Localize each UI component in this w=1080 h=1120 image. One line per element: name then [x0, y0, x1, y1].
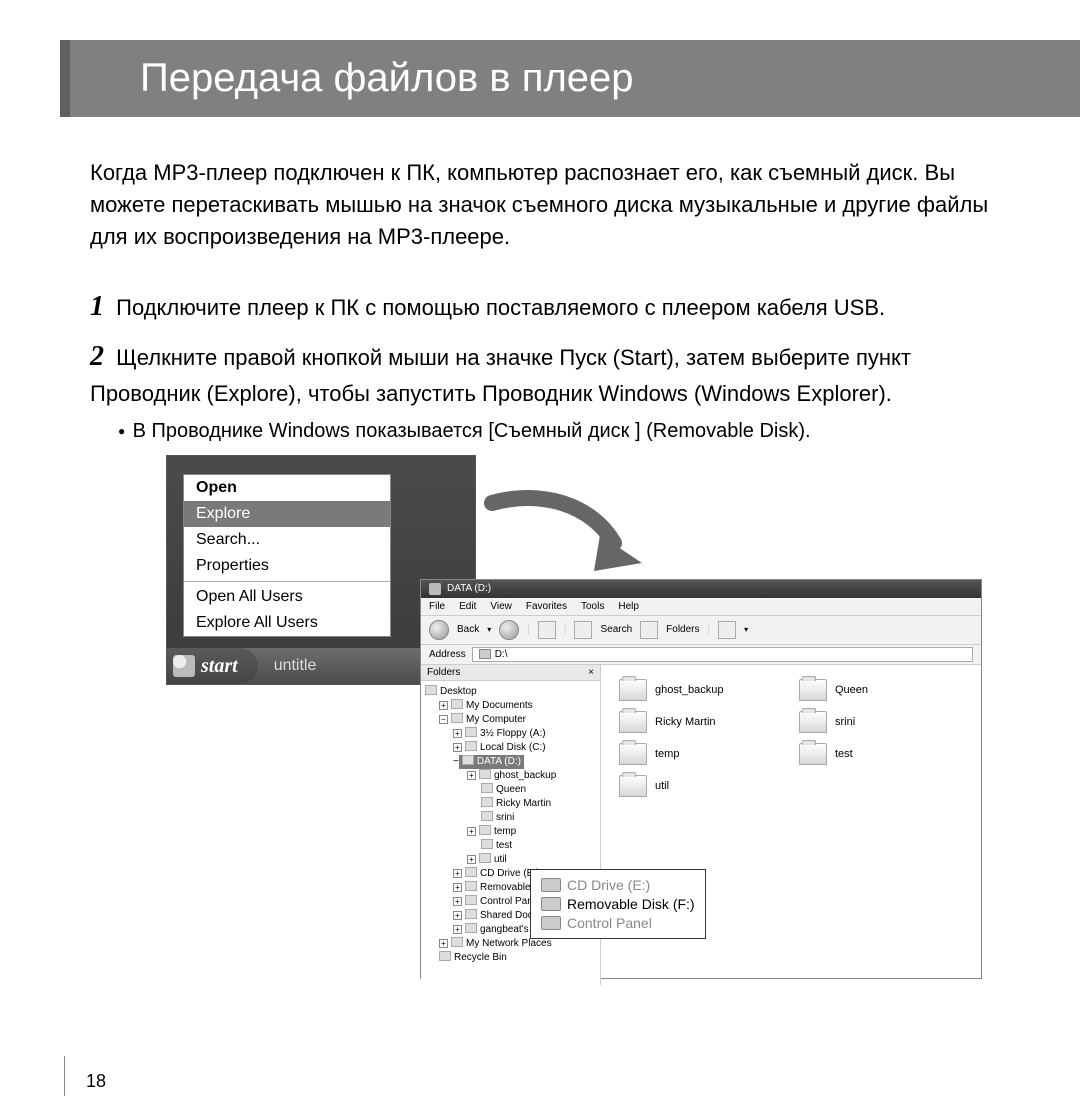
- folder-icon: [619, 743, 647, 765]
- folder-item[interactable]: Ricky Martin: [619, 711, 759, 733]
- close-tree-icon[interactable]: ×: [588, 667, 594, 678]
- tree-srini[interactable]: srini: [481, 811, 596, 825]
- back-icon[interactable]: [429, 620, 449, 640]
- tree-floppy[interactable]: +3½ Floppy (A:): [453, 727, 596, 741]
- page-number: 18: [86, 1071, 106, 1092]
- arrow-icon: [482, 485, 642, 575]
- folder-item[interactable]: util: [619, 775, 759, 797]
- address-label: Address: [429, 649, 466, 660]
- ctx-explore[interactable]: Explore: [184, 501, 390, 527]
- folder-item[interactable]: Queen: [799, 679, 939, 701]
- folder-icon: [799, 679, 827, 701]
- folder-icon: [799, 711, 827, 733]
- folder-icon: [619, 711, 647, 733]
- step-2-text: Щелкните правой кнопкой мыши на значке П…: [90, 345, 911, 406]
- taskbar-item[interactable]: untitle: [274, 657, 317, 675]
- callout-line1: CD Drive (E:): [541, 876, 695, 895]
- step-2: 2 Щелкните правой кнопкой мыши на значке…: [90, 337, 990, 409]
- ctx-search[interactable]: Search...: [184, 527, 390, 553]
- menu-file[interactable]: File: [429, 601, 445, 612]
- ctx-open-all-users[interactable]: Open All Users: [184, 584, 390, 610]
- explorer-menubar: File Edit View Favorites Tools Help: [421, 598, 981, 616]
- menu-tools[interactable]: Tools: [581, 601, 604, 612]
- address-value: D:\: [495, 649, 508, 660]
- tree-ghost[interactable]: +ghost_backup: [467, 769, 596, 783]
- tree-recycle-bin[interactable]: Recycle Bin: [439, 951, 596, 965]
- folder-item[interactable]: ghost_backup: [619, 679, 759, 701]
- callout-line2: Removable Disk (F:): [541, 895, 695, 914]
- drive-icon: [541, 897, 561, 911]
- folder-icon: [619, 679, 647, 701]
- search-button[interactable]: Search: [600, 624, 632, 635]
- page-number-divider: [64, 1056, 65, 1096]
- start-button[interactable]: start: [167, 648, 258, 684]
- step-2-number: 2: [90, 341, 104, 372]
- views-icon[interactable]: [718, 621, 736, 639]
- callout-line3: Control Panel: [541, 914, 695, 933]
- folders-button[interactable]: Folders: [666, 624, 699, 635]
- folder-item[interactable]: temp: [619, 743, 759, 765]
- step-2-bullet: В Проводнике Windows показывается [Съемн…: [118, 420, 990, 443]
- page-title-bar: Передача файлов в плеер: [60, 40, 1080, 117]
- up-icon[interactable]: [538, 621, 556, 639]
- search-icon[interactable]: [574, 621, 592, 639]
- back-button[interactable]: Back: [457, 624, 479, 635]
- tree-header: Folders ×: [421, 665, 600, 681]
- explorer-titlebar: DATA (D:): [421, 580, 981, 598]
- tree-ricky[interactable]: Ricky Martin: [481, 797, 596, 811]
- folder-icon: [799, 743, 827, 765]
- ctx-separator: [184, 581, 390, 582]
- step-1-text: Подключите плеер к ПК с помощью поставля…: [116, 295, 885, 320]
- tree-data-d[interactable]: DATA (D:): [459, 755, 524, 769]
- drive-icon: [541, 916, 561, 930]
- step-1-number: 1: [90, 291, 104, 322]
- tree-my-documents[interactable]: +My Documents: [439, 699, 596, 713]
- context-menu: Open Explore Search... Properties Open A…: [183, 474, 391, 637]
- ctx-properties[interactable]: Properties: [184, 553, 390, 579]
- forward-icon[interactable]: [499, 620, 519, 640]
- ctx-open[interactable]: Open: [184, 475, 390, 501]
- tree-util[interactable]: +util: [467, 853, 596, 867]
- page-content: Когда МР3-плеер подключен к ПК, компьюте…: [0, 117, 1080, 975]
- illustration: Open Explore Search... Properties Open A…: [90, 455, 990, 975]
- step-1: 1 Подключите плеер к ПК с помощью постав…: [90, 287, 990, 328]
- drive-icon: [479, 649, 491, 659]
- tree-header-label: Folders: [427, 667, 460, 678]
- folder-item[interactable]: srini: [799, 711, 939, 733]
- menu-help[interactable]: Help: [618, 601, 639, 612]
- menu-favorites[interactable]: Favorites: [526, 601, 567, 612]
- menu-view[interactable]: View: [490, 601, 512, 612]
- tree-temp[interactable]: +temp: [467, 825, 596, 839]
- drive-icon: [429, 583, 441, 595]
- tree-local-c[interactable]: +Local Disk (C:): [453, 741, 596, 755]
- folders-icon[interactable]: [640, 621, 658, 639]
- intro-text: Когда МР3-плеер подключен к ПК, компьюте…: [90, 157, 990, 253]
- folder-item[interactable]: test: [799, 743, 939, 765]
- explorer-addressbar: Address D:\: [421, 645, 981, 665]
- tree-test[interactable]: test: [481, 839, 596, 853]
- address-input[interactable]: D:\: [472, 647, 973, 662]
- tree-desktop[interactable]: Desktop: [425, 685, 596, 699]
- menu-edit[interactable]: Edit: [459, 601, 476, 612]
- tree-queen[interactable]: Queen: [481, 783, 596, 797]
- explorer-title-text: DATA (D:): [447, 583, 491, 594]
- removable-disk-callout: CD Drive (E:) Removable Disk (F:) Contro…: [530, 869, 706, 940]
- folder-icon: [619, 775, 647, 797]
- drive-icon: [541, 878, 561, 892]
- tree-my-computer[interactable]: −My Computer: [439, 713, 596, 727]
- explorer-toolbar: Back ▾ | | Search Folders | ▾: [421, 616, 981, 645]
- page-title: Передача файлов в плеер: [140, 56, 1080, 101]
- ctx-explore-all-users[interactable]: Explore All Users: [184, 610, 390, 636]
